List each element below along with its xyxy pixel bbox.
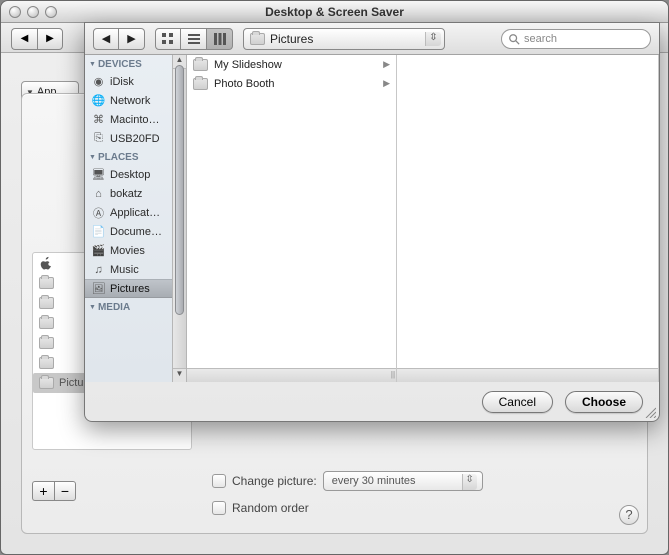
random-order-checkbox[interactable] <box>212 501 226 515</box>
file-item-photo-booth[interactable]: Photo Booth ▶ <box>187 74 396 93</box>
sidebar-item-music[interactable]: ♫Music <box>85 260 172 279</box>
scroll-thumb[interactable] <box>175 65 184 315</box>
sheet-forward-button[interactable]: ▶ <box>119 28 145 50</box>
sheet-body: DEVICES ◉iDisk 🌐Network ⌘Macinto… ⎘USB20… <box>85 55 659 382</box>
sheet-toolbar: ◀ ▶ Pictures search <box>85 23 659 55</box>
folder-icon <box>39 317 54 329</box>
chevron-right-icon: ▶ <box>383 78 390 89</box>
folder-icon <box>39 357 54 369</box>
sidebar-item-applications[interactable]: ⒶApplicat… <box>85 203 172 222</box>
remove-button[interactable]: − <box>54 481 76 501</box>
column-2 <box>397 55 659 382</box>
back-button[interactable]: ◀ <box>11 28 37 50</box>
music-icon: ♫ <box>91 263 106 277</box>
column-resize-handle[interactable]: || <box>389 368 397 382</box>
folder-icon <box>39 277 54 289</box>
change-picture-checkbox[interactable] <box>212 474 226 488</box>
sidebar-item-movies[interactable]: 🎬Movies <box>85 241 172 260</box>
add-remove-seg: + − <box>32 481 76 501</box>
hdd-icon: ⌘ <box>91 113 106 127</box>
sheet-nav-seg: ◀ ▶ <box>93 28 145 50</box>
idisk-icon: ◉ <box>91 75 106 89</box>
sidebar-item-idisk[interactable]: ◉iDisk <box>85 72 172 91</box>
sidebar-section-devices[interactable]: DEVICES <box>85 55 172 72</box>
file-item-my-slideshow[interactable]: My Slideshow ▶ <box>187 55 396 74</box>
random-order-label: Random order <box>232 501 309 515</box>
usb-icon: ⎘ <box>91 132 106 146</box>
sidebar-item-home[interactable]: ⌂bokatz <box>85 184 172 203</box>
cancel-button[interactable]: Cancel <box>482 391 553 413</box>
column-1: My Slideshow ▶ Photo Booth ▶ || <box>187 55 397 382</box>
sidebar-item-usb[interactable]: ⎘USB20FD <box>85 129 172 148</box>
desktop-icon: 🖥 <box>91 168 106 182</box>
icon-view-button[interactable] <box>155 28 181 50</box>
change-picture-popup[interactable]: every 30 minutes <box>323 471 483 491</box>
folder-icon <box>250 33 265 45</box>
folder-icon <box>193 59 208 71</box>
help-button[interactable]: ? <box>619 505 639 525</box>
globe-icon: 🌐 <box>91 94 106 108</box>
change-picture-label: Change picture: <box>232 474 317 488</box>
sidebar-section-media[interactable]: MEDIA <box>85 298 172 315</box>
sheet-footer: Cancel Choose <box>85 382 659 422</box>
forward-button[interactable]: ▶ <box>37 28 63 50</box>
sidebar-item-documents[interactable]: 📄Docume… <box>85 222 172 241</box>
doc-icon: 📄 <box>91 225 106 239</box>
chevron-right-icon: ▶ <box>383 59 390 70</box>
path-label: Pictures <box>270 32 313 46</box>
sidebar-item-macintosh-hd[interactable]: ⌘Macinto… <box>85 110 172 129</box>
sidebar: DEVICES ◉iDisk 🌐Network ⌘Macinto… ⎘USB20… <box>85 55 187 382</box>
column-view-button[interactable] <box>207 28 233 50</box>
window-title: Desktop & Screen Saver <box>1 5 668 19</box>
folder-icon <box>39 337 54 349</box>
app-icon: Ⓐ <box>91 206 106 220</box>
folder-icon <box>39 297 54 309</box>
movie-icon: 🎬 <box>91 244 106 258</box>
sidebar-section-places[interactable]: PLACES <box>85 148 172 165</box>
scroll-down-icon[interactable]: ▼ <box>173 368 186 382</box>
sidebar-item-pictures[interactable]: 🖼Pictures <box>85 279 172 298</box>
list-view-button[interactable] <box>181 28 207 50</box>
view-mode-seg <box>155 28 233 50</box>
change-picture-value: every 30 minutes <box>332 475 416 487</box>
apple-icon <box>39 256 53 270</box>
open-panel-sheet: ◀ ▶ Pictures search DEVICES ◉iDisk 🌐Netw… <box>84 22 660 422</box>
pref-nav-seg: ◀ ▶ <box>11 28 63 48</box>
search-icon <box>508 33 520 45</box>
titlebar: Desktop & Screen Saver <box>1 1 668 23</box>
sheet-back-button[interactable]: ◀ <box>93 28 119 50</box>
folder-icon <box>39 377 54 389</box>
change-picture-row: Change picture: every 30 minutes <box>212 471 483 491</box>
search-placeholder: search <box>524 33 557 45</box>
resize-handle[interactable] <box>644 406 656 418</box>
path-popup[interactable]: Pictures <box>243 28 445 50</box>
sidebar-scrollbar[interactable]: ▲ ▼ <box>172 55 186 382</box>
sidebar-item-network[interactable]: 🌐Network <box>85 91 172 110</box>
search-field[interactable]: search <box>501 29 651 49</box>
column-2-hscroll[interactable] <box>397 368 658 382</box>
add-button[interactable]: + <box>32 481 54 501</box>
choose-button[interactable]: Choose <box>565 391 643 413</box>
home-icon: ⌂ <box>91 187 106 201</box>
column-1-hscroll[interactable] <box>187 368 396 382</box>
pictures-icon: 🖼 <box>91 282 106 296</box>
folder-icon <box>193 78 208 90</box>
random-order-row: Random order <box>212 501 309 515</box>
sidebar-item-desktop[interactable]: 🖥Desktop <box>85 165 172 184</box>
